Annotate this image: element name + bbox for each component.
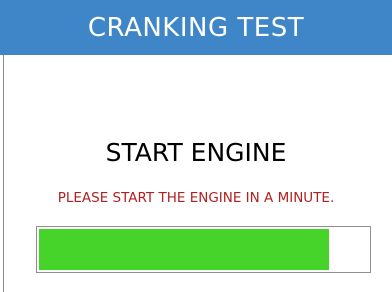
cranking-test-screen: CRANKING TEST START ENGINE PLEASE START … <box>0 0 392 292</box>
start-engine-message: START ENGINE <box>105 138 287 167</box>
cranking-progress-fill <box>39 229 329 270</box>
instruction-text: PLEASE START THE ENGINE IN A MINUTE. <box>57 190 335 206</box>
cranking-progress-bar <box>36 226 371 273</box>
page-title: CRANKING TEST <box>87 12 305 43</box>
header-bar: CRANKING TEST <box>0 0 392 55</box>
left-divider <box>3 55 4 292</box>
